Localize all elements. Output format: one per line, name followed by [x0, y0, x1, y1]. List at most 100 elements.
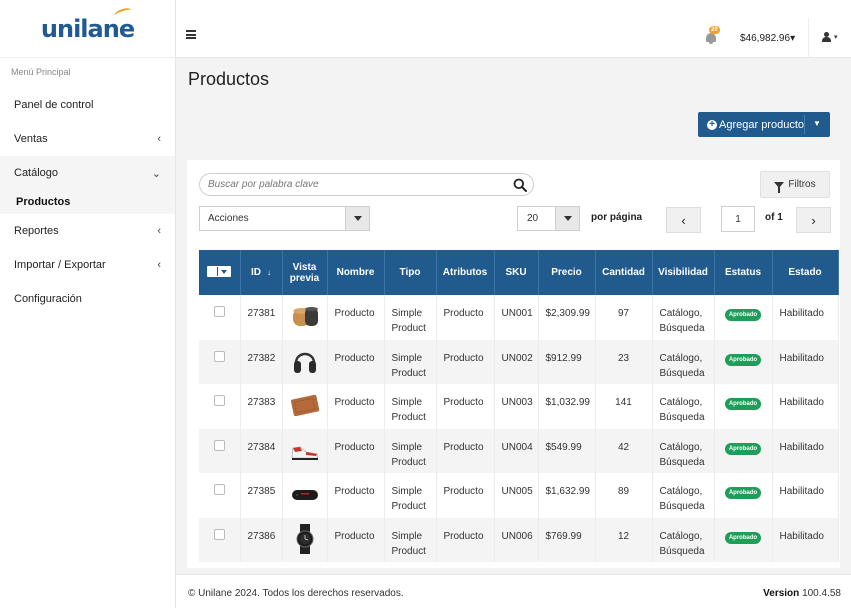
- row-checkbox[interactable]: [213, 439, 225, 451]
- table-header-row: ID ↓ Vista previa Nombre Tipo Atributos S…: [199, 250, 839, 295]
- cell-id: 27381: [240, 295, 283, 340]
- caret-down-icon: ▾: [790, 33, 796, 44]
- caret-down-icon[interactable]: ▾: [834, 33, 838, 41]
- caret-down-icon[interactable]: [345, 207, 369, 230]
- cell-status: Aprobado: [714, 295, 773, 340]
- cell-preview: [282, 517, 328, 562]
- table-row[interactable]: 27384 Producto Simple Product Producto UN004…: [199, 428, 839, 473]
- filters-label: Filtros: [788, 179, 816, 190]
- next-page-button[interactable]: ›: [796, 207, 831, 233]
- product-thumbnail[interactable]: [289, 434, 321, 466]
- cell-preview: [282, 384, 328, 429]
- caret-down-icon[interactable]: [555, 207, 579, 230]
- column-header-status[interactable]: Estatus: [714, 250, 773, 295]
- cell-name: Producto: [327, 295, 385, 340]
- cell-price: $2,309.99: [538, 295, 596, 340]
- sidebar-item-label: Reportes: [14, 225, 59, 237]
- actions-select[interactable]: Acciones: [199, 206, 370, 231]
- sidebar-item-configuracion[interactable]: Configuración: [0, 282, 175, 316]
- sidebar-item-catalogo[interactable]: Catálogo ⌄: [0, 156, 175, 190]
- cell-price: $1,632.99: [538, 473, 596, 518]
- column-header-state[interactable]: Estado: [772, 250, 839, 295]
- column-header-type[interactable]: Tipo: [384, 250, 437, 295]
- table-row[interactable]: 27385 Producto Simple Product Producto UN005…: [199, 473, 839, 518]
- caret-down-icon[interactable]: ▼: [813, 119, 821, 128]
- select-all-checkbox[interactable]: [199, 250, 241, 295]
- user-icon[interactable]: [822, 32, 831, 42]
- balance-value: $46,982.96: [740, 33, 791, 44]
- status-badge: Aprobado: [724, 353, 762, 366]
- cell-attributes: Producto: [436, 384, 495, 429]
- logo[interactable]: unilane: [0, 0, 175, 58]
- search-icon[interactable]: [513, 178, 527, 192]
- sidebar-item-reportes[interactable]: Reportes ‹: [0, 214, 175, 248]
- divider: [804, 115, 805, 134]
- status-badge: Aprobado: [724, 487, 762, 499]
- cell-visibility: Catálogo, Búsqueda: [652, 517, 715, 562]
- page-title: Productos: [188, 69, 270, 89]
- cell-status: Aprobado: [714, 384, 773, 429]
- cell-name: Producto: [327, 339, 385, 384]
- sidebar-item-label: Panel de control: [14, 99, 94, 111]
- menu-section-title: Menú Principal: [11, 67, 71, 77]
- sidebar-subitem-label: Productos: [16, 196, 71, 208]
- column-header-id[interactable]: ID ↓: [240, 250, 283, 295]
- cell-preview: [282, 473, 328, 518]
- product-thumbnail[interactable]: [289, 300, 321, 332]
- sidebar-subitem-productos[interactable]: Productos: [0, 190, 175, 214]
- hamburger-icon[interactable]: [186, 30, 196, 39]
- cell-visibility: Catálogo, Búsqueda: [652, 473, 715, 518]
- row-checkbox[interactable]: [213, 528, 225, 540]
- row-select-cell: [199, 473, 241, 518]
- table-row[interactable]: 27382 Producto Simple Product Producto UN002…: [199, 339, 839, 384]
- column-header-price[interactable]: Precio: [538, 250, 596, 295]
- cell-preview: [282, 295, 328, 340]
- product-thumbnail[interactable]: [289, 345, 321, 377]
- table-row[interactable]: 27381 Producto Simple Product Producto UN001…: [199, 295, 839, 340]
- cell-attributes: Producto: [436, 517, 495, 562]
- row-checkbox[interactable]: [213, 484, 225, 495]
- cell-status: Aprobado: [714, 339, 773, 384]
- topbar: 20 $46,982.96▾ ▾: [176, 0, 851, 58]
- sidebar-item-panel[interactable]: Panel de control: [0, 88, 175, 122]
- add-product-button[interactable]: + Agregar producto ▼: [698, 112, 830, 137]
- status-badge: Aprobado: [724, 398, 762, 410]
- per-page-select[interactable]: 20: [517, 206, 580, 231]
- status-badge: Aprobado: [724, 531, 762, 544]
- row-checkbox[interactable]: [213, 306, 225, 317]
- page-input[interactable]: 1: [721, 206, 755, 232]
- cell-attributes: Producto: [436, 473, 495, 518]
- cell-sku: UN004: [494, 428, 539, 473]
- filter-icon: [774, 181, 785, 193]
- cell-price: $912.99: [538, 339, 596, 384]
- balance-dropdown[interactable]: $46,982.96▾: [740, 33, 795, 44]
- cell-sku: UN003: [494, 384, 539, 429]
- cell-attributes: Producto: [436, 428, 495, 473]
- column-header-name[interactable]: Nombre: [327, 250, 385, 295]
- row-select-cell: [199, 384, 241, 429]
- table-row[interactable]: 27386 Producto Simple Product Producto UN006…: [199, 517, 839, 562]
- search-input[interactable]: Buscar por palabra clave: [199, 173, 534, 196]
- sort-arrow-icon[interactable]: ↓: [267, 268, 271, 277]
- filters-button[interactable]: Filtros: [760, 171, 830, 198]
- prev-page-button[interactable]: ‹: [666, 207, 701, 233]
- product-thumbnail[interactable]: [289, 478, 321, 510]
- status-badge: Aprobado: [724, 309, 762, 321]
- column-header-sku[interactable]: SKU: [494, 250, 539, 295]
- table-row[interactable]: 27383 Producto Simple Product Producto UN003…: [199, 384, 839, 429]
- row-checkbox[interactable]: [213, 395, 225, 406]
- column-header-attributes[interactable]: Atributos: [436, 250, 495, 295]
- column-header-visibility[interactable]: Visibilidad: [652, 250, 715, 295]
- sidebar-item-ventas[interactable]: Ventas ‹: [0, 122, 175, 156]
- logo-text: unilane: [41, 5, 135, 43]
- plus-circle-icon: +: [707, 119, 717, 130]
- cell-type: Simple Product: [384, 517, 437, 562]
- product-thumbnail[interactable]: [289, 523, 321, 555]
- cell-quantity: 42: [595, 428, 653, 473]
- column-header-quantity[interactable]: Cantidad: [595, 250, 653, 295]
- cell-type: Simple Product: [384, 384, 437, 429]
- row-checkbox[interactable]: [213, 350, 225, 362]
- product-thumbnail[interactable]: [289, 389, 321, 421]
- sidebar-item-importar[interactable]: Importar / Exportar ‹: [0, 248, 175, 282]
- cell-sku: UN002: [494, 339, 539, 384]
